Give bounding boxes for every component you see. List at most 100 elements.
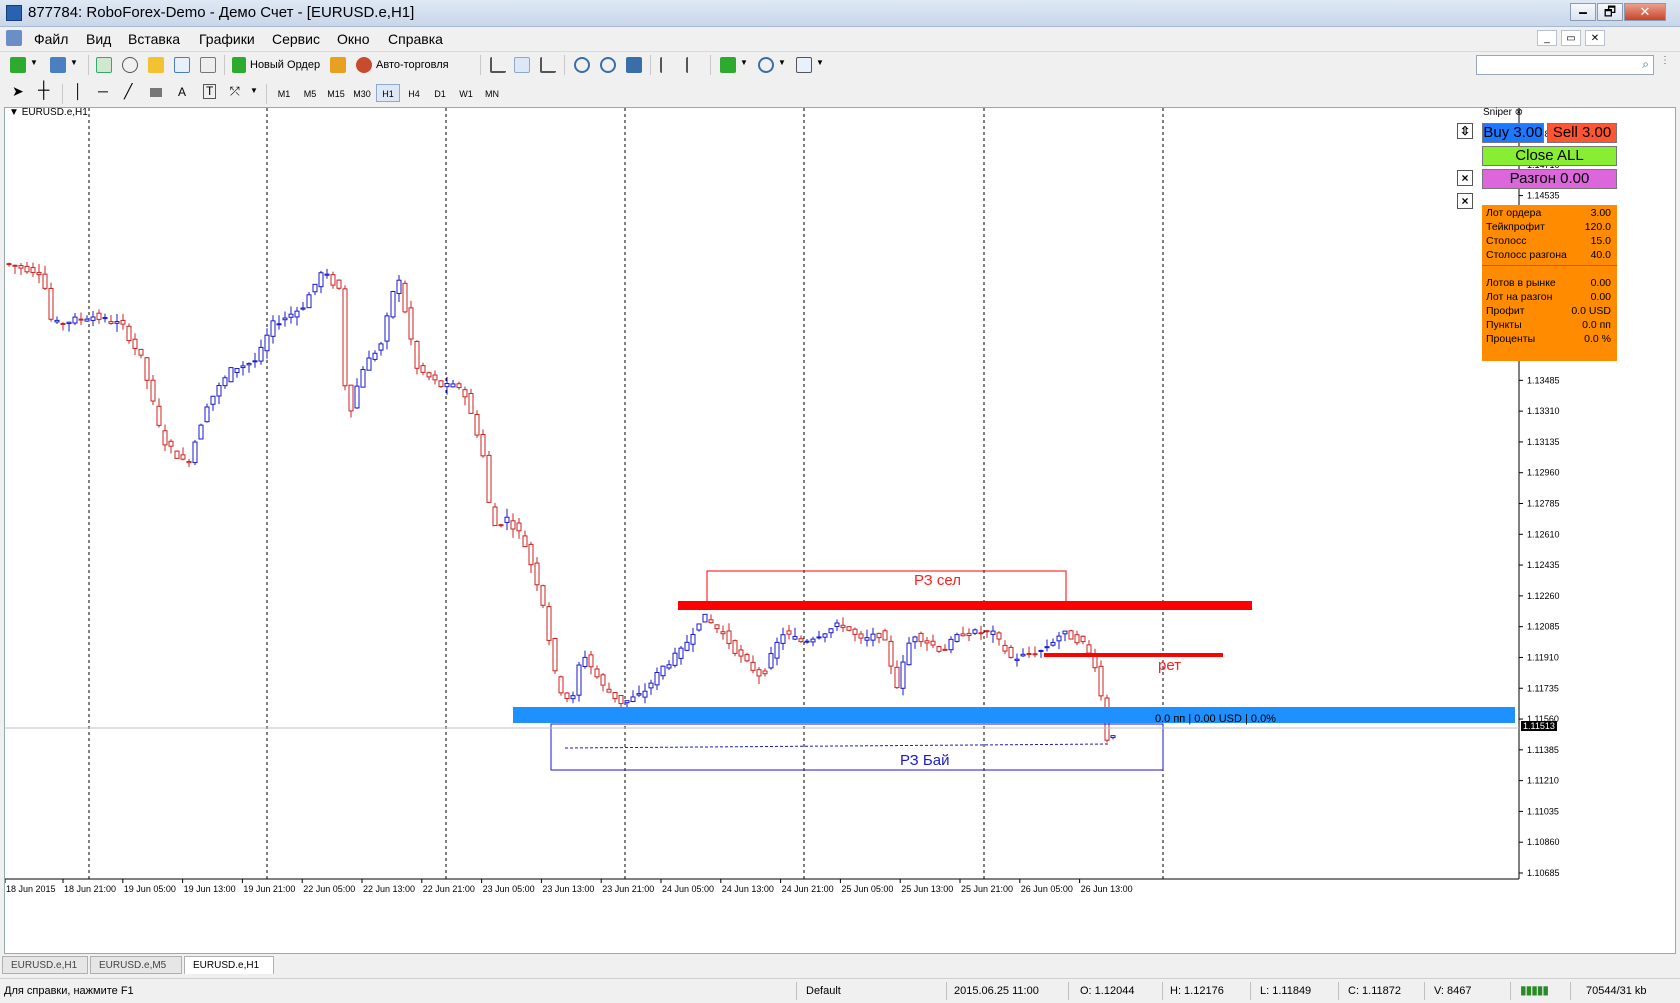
- info-label: Проценты: [1486, 333, 1536, 345]
- search-input[interactable]: ⌕: [1476, 55, 1654, 75]
- connection-icon[interactable]: ▮▮▮▮▮: [1520, 983, 1549, 997]
- dropdown-arrow-icon[interactable]: ▼: [70, 58, 78, 67]
- tf-m30[interactable]: M30: [350, 84, 374, 102]
- dropdown-arrow-icon[interactable]: ▼: [30, 58, 38, 67]
- status-separator: [1570, 982, 1571, 1000]
- tf-d1[interactable]: D1: [428, 84, 452, 102]
- time-tick-label: 18 Jun 21:00: [64, 884, 116, 894]
- menu-view[interactable]: Вид: [86, 31, 111, 47]
- line-chart-icon[interactable]: [540, 57, 556, 73]
- mdi-minimize-button[interactable]: _: [1537, 30, 1557, 46]
- bull-candle: [444, 383, 450, 388]
- trendline-icon[interactable]: ╱: [124, 83, 132, 100]
- dropdown-arrow-icon[interactable]: ▼: [816, 58, 824, 67]
- bull-candle: [834, 622, 840, 627]
- toolbar-separator: [564, 55, 565, 75]
- autotrading-button[interactable]: Авто-торговля: [376, 56, 449, 74]
- menu-file[interactable]: Файл: [34, 31, 68, 47]
- zoom-in-icon[interactable]: [574, 57, 590, 73]
- metaeditor-icon[interactable]: [330, 57, 346, 73]
- templates-icon[interactable]: [796, 57, 812, 73]
- bull-candle: [72, 316, 78, 324]
- mdi-close-button[interactable]: ✕: [1585, 30, 1605, 46]
- menu-help[interactable]: Справка: [388, 31, 443, 47]
- tf-h4[interactable]: H4: [402, 84, 426, 102]
- sniper-text: Sniper: [1483, 107, 1512, 118]
- toolbar-overflow-icon[interactable]: ⋮: [1660, 55, 1674, 75]
- new-chart-icon[interactable]: [10, 57, 26, 73]
- bear-candle: [708, 619, 714, 624]
- bull-candle: [810, 638, 816, 643]
- chart-window[interactable]: 1.148851.147101.145351.143601.141851.140…: [4, 107, 1676, 954]
- crosshair-icon[interactable]: ┼: [38, 82, 49, 100]
- cursor-icon[interactable]: ➤: [12, 83, 24, 100]
- dropdown-arrow-icon[interactable]: ▼: [778, 58, 786, 67]
- tab-eurusd-m5[interactable]: EURUSD.e,M5: [90, 956, 182, 974]
- bear-candle: [552, 637, 558, 672]
- status-separator: [1162, 982, 1163, 1000]
- scroll-chart-icon[interactable]: [660, 57, 676, 73]
- maximize-button[interactable]: 🗗: [1597, 3, 1623, 21]
- menu-service[interactable]: Сервис: [272, 31, 320, 47]
- text-label-icon[interactable]: T: [203, 84, 217, 99]
- tf-m1[interactable]: M1: [272, 84, 296, 102]
- indicators-icon[interactable]: [720, 57, 736, 73]
- panel-close-icon[interactable]: ×: [1457, 193, 1473, 209]
- tf-h1[interactable]: H1: [376, 84, 400, 102]
- time-tick-label: 24 Jun 13:00: [722, 884, 774, 894]
- chart-shift-icon[interactable]: [686, 57, 702, 73]
- close-all-button[interactable]: Close ALL: [1482, 146, 1617, 166]
- periods-clock-icon[interactable]: [758, 57, 774, 73]
- text-icon[interactable]: A: [178, 85, 186, 99]
- navigator-icon[interactable]: [148, 57, 164, 73]
- sell-button[interactable]: Sell 3.00: [1547, 123, 1617, 143]
- search-icon[interactable]: ⌕: [1642, 57, 1649, 72]
- menu-window[interactable]: Окно: [337, 31, 370, 47]
- tf-m15[interactable]: M15: [324, 84, 348, 102]
- tile-windows-icon[interactable]: [626, 57, 642, 73]
- tf-w1[interactable]: W1: [454, 84, 478, 102]
- tester-icon[interactable]: [200, 57, 216, 73]
- bull-candle: [912, 636, 918, 643]
- razgon-close-icon[interactable]: ×: [1457, 170, 1473, 186]
- vertical-line-icon[interactable]: │: [74, 83, 83, 99]
- buy-button[interactable]: Buy 3.00: [1482, 123, 1544, 143]
- market-watch-icon[interactable]: [96, 57, 112, 73]
- bull-candle: [90, 316, 96, 321]
- candlestick-chart-icon[interactable]: [514, 57, 530, 73]
- profiles-icon[interactable]: [50, 57, 66, 73]
- bull-candle: [954, 634, 960, 642]
- bear-candle: [12, 264, 18, 267]
- price-tick-label: 1.12085: [1527, 622, 1560, 632]
- close-button[interactable]: ✕: [1624, 3, 1666, 21]
- razgon-button[interactable]: Разгон 0.00: [1482, 169, 1617, 189]
- dropdown-arrow-icon[interactable]: ▼: [250, 86, 258, 95]
- mdi-restore-button[interactable]: ▭: [1561, 30, 1581, 46]
- bull-candle: [504, 516, 510, 523]
- tab-eurusd-h1-active[interactable]: EURUSD.e,H1: [184, 956, 274, 974]
- terminal-icon[interactable]: [174, 57, 190, 73]
- rectangle-icon[interactable]: [150, 88, 162, 97]
- menu-charts[interactable]: Графики: [199, 31, 255, 47]
- tf-m5[interactable]: M5: [298, 84, 322, 102]
- price-chart[interactable]: 1.148851.147101.145351.143601.141851.140…: [5, 108, 1675, 953]
- tab-eurusd-h1[interactable]: EURUSD.e,H1: [2, 956, 88, 974]
- bear-candle: [6, 263, 12, 266]
- zoom-out-icon[interactable]: [600, 57, 616, 73]
- arrows-icon[interactable]: ⤱: [230, 84, 240, 99]
- status-profile: Default: [806, 985, 841, 997]
- tf-mn[interactable]: MN: [480, 84, 504, 102]
- new-order-button[interactable]: Новый Ордер: [250, 56, 320, 74]
- panel-move-button[interactable]: ⇳: [1457, 123, 1473, 139]
- price-tick-label: 1.12260: [1527, 591, 1560, 601]
- bear-candle: [942, 648, 948, 651]
- minimize-button[interactable]: 🗕: [1570, 3, 1596, 21]
- bear-candle: [960, 633, 966, 637]
- menu-insert[interactable]: Вставка: [128, 31, 180, 47]
- horizontal-line-icon[interactable]: ─: [98, 83, 108, 99]
- bear-candle: [132, 338, 138, 350]
- data-window-icon[interactable]: [122, 57, 138, 73]
- bar-chart-icon[interactable]: [490, 57, 506, 73]
- dropdown-arrow-icon[interactable]: ▼: [740, 58, 748, 67]
- bear-candle: [594, 668, 600, 678]
